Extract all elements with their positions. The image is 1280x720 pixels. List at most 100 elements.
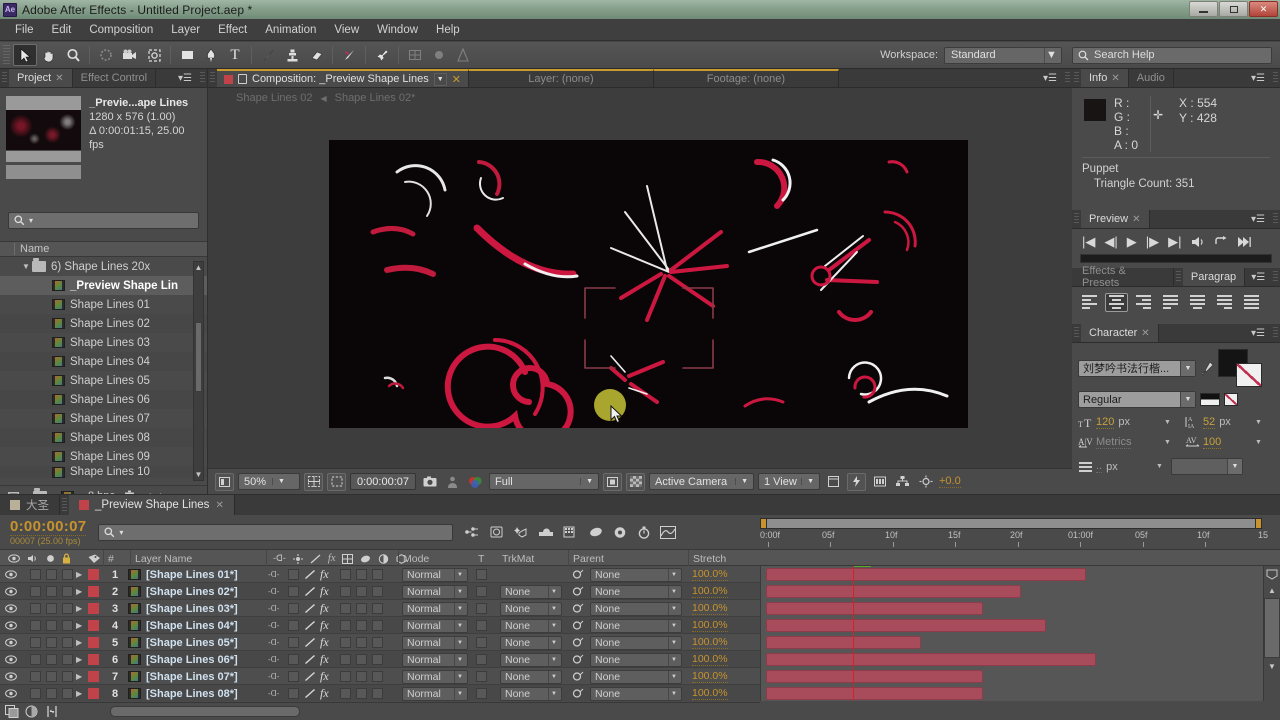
minimize-button[interactable] [1189,1,1218,17]
layer-parent-pickwhip[interactable] [572,685,584,701]
puppet-overlap-tool-icon[interactable] [451,44,475,66]
menu-composition[interactable]: Composition [80,22,162,38]
layer-stretch-value[interactable]: 100.0% [692,619,728,632]
layer-lock-toggle[interactable] [62,620,73,631]
tab-composition[interactable]: Composition: _Preview Shape Lines ▼ ✕ [217,69,469,87]
layer-effects-toggle[interactable]: fx [320,634,329,651]
layer-lock-toggle[interactable] [62,637,73,648]
list-item[interactable]: Shape Lines 02 [0,314,207,333]
align-left-icon[interactable] [1078,293,1101,312]
layer-blend-mode-select[interactable]: Normal ▼ [402,618,468,633]
layer-disclosure-triangle-icon[interactable]: ▶ [76,651,82,668]
region-interest-toggle-icon[interactable] [603,472,622,491]
layer-adjustment-toggle[interactable] [372,603,383,614]
layer-motion-blur-toggle[interactable] [356,569,367,580]
region-of-interest-icon[interactable] [327,472,346,491]
layer-duration-bar[interactable] [766,670,983,683]
layer-visibility-toggle[interactable] [4,634,18,651]
horizontal-scrollbar[interactable] [110,706,300,717]
layer-quality-toggle[interactable] [304,600,316,617]
snapshot-camera-icon[interactable] [420,473,439,491]
layer-stretch-value[interactable]: 100.0% [692,687,728,700]
brush-tool-icon[interactable] [256,44,280,66]
layer-motion-blur-toggle[interactable] [356,688,367,699]
layer-duration-bar[interactable] [766,687,983,700]
list-item-folder[interactable]: ▼ 6) Shape Lines 20x [0,257,207,276]
layer-frame-blend-toggle[interactable] [340,637,351,648]
layer-effects-toggle[interactable]: fx [320,583,329,600]
type-tool-icon[interactable]: T [223,44,247,66]
menu-effect[interactable]: Effect [209,22,256,38]
layer-adjustment-toggle[interactable] [372,688,383,699]
layer-motion-blur-toggle[interactable] [356,620,367,631]
layer-audio-toggle[interactable] [30,654,41,665]
audio-button[interactable] [1191,236,1205,248]
column-mode-header[interactable]: Mode [398,550,474,567]
layer-shy-toggle[interactable]: -ᗡ- [268,685,279,701]
layer-parent-pickwhip[interactable] [572,651,584,668]
layer-solo-toggle[interactable] [46,654,57,665]
layer-quality-toggle[interactable] [304,634,316,651]
layer-frame-blend-toggle[interactable] [340,620,351,631]
layer-parent-select[interactable]: None ▼ [590,601,682,616]
layer-stretch-value[interactable]: 100.0% [692,585,728,598]
tab-effect-control[interactable]: Effect Control [72,69,157,87]
pen-tool-icon[interactable] [199,44,223,66]
list-item[interactable]: Shape Lines 04 [0,352,207,371]
justify-last-left-icon[interactable] [1159,293,1182,312]
list-item[interactable]: _Preview Shape Lin [0,276,207,295]
eyedropper-icon[interactable] [1200,361,1214,376]
layer-frame-blend-toggle[interactable] [340,603,351,614]
layer-stretch-value[interactable]: 100.0% [692,568,728,581]
column-t-header[interactable]: T [474,550,498,567]
layer-track-matte-select[interactable]: None ▼ [500,635,562,650]
hide-shy-layers-icon[interactable] [513,526,529,539]
layer-adjustment-toggle[interactable] [372,586,383,597]
list-item[interactable]: Shape Lines 03 [0,333,207,352]
current-time-indicator[interactable] [853,566,854,701]
ram-preview-button[interactable] [1237,236,1251,248]
current-time-display[interactable]: 0:00:00:07 [350,473,416,490]
menu-file[interactable]: File [6,22,43,38]
layer-collapse-toggle[interactable] [288,603,299,614]
layer-collapse-toggle[interactable] [288,654,299,665]
layer-preserve-transparency-toggle[interactable] [476,620,487,631]
layer-preserve-transparency-toggle[interactable] [476,671,487,682]
scroll-up-arrow-icon[interactable]: ▲ [194,262,203,273]
camera-select[interactable]: Active Camera ▼ [649,473,754,490]
info-panel-menu-icon[interactable]: ▾☰ [1245,69,1271,87]
layer-collapse-toggle[interactable] [288,586,299,597]
layer-name[interactable]: [Shape Lines 02*] [146,586,238,598]
layer-lock-toggle[interactable] [62,586,73,597]
tab-preview[interactable]: Preview ✕ [1081,210,1150,228]
layer-preserve-transparency-toggle[interactable] [476,688,487,699]
disclosure-triangle-icon[interactable]: ▼ [22,262,32,271]
shape-tool-icon[interactable] [175,44,199,66]
layer-stretch-value[interactable]: 100.0% [692,602,728,615]
text-color-swatches[interactable] [1218,349,1262,387]
layer-blend-mode-select[interactable]: Normal ▼ [402,669,468,684]
layer-motion-blur-toggle[interactable] [356,586,367,597]
work-area-start-handle[interactable] [760,518,767,529]
list-item[interactable]: Shape Lines 06 [0,390,207,409]
stroke-width-value[interactable]: .. [1096,460,1103,473]
auto-keyframe-icon[interactable] [613,526,628,539]
layer-quality-toggle[interactable] [304,583,316,600]
scroll-down-arrow-icon[interactable]: ▼ [194,469,203,480]
layer-parent-pickwhip[interactable] [572,617,584,634]
close-icon[interactable]: ✕ [55,73,63,84]
list-item[interactable]: Shape Lines 05 [0,371,207,390]
chevron-down-icon[interactable]: ▼ [433,72,447,86]
puppet-pin-tool-icon[interactable] [370,44,394,66]
stroke-style-select[interactable]: ▼ [1170,458,1243,475]
layer-track-matte-select[interactable]: None ▼ [500,584,562,599]
layer-blend-mode-select[interactable]: Normal ▼ [402,652,468,667]
layer-track-matte-select[interactable]: None ▼ [500,669,562,684]
transparency-grid-icon[interactable] [626,472,645,491]
layer-parent-pickwhip[interactable] [572,566,584,583]
no-fill-icon[interactable] [1224,393,1238,406]
layer-duration-bar[interactable] [766,568,1086,581]
layer-visibility-toggle[interactable] [4,668,18,685]
layer-effects-toggle[interactable]: fx [320,600,329,617]
magnification-select[interactable]: 50% ▼ [238,473,300,490]
